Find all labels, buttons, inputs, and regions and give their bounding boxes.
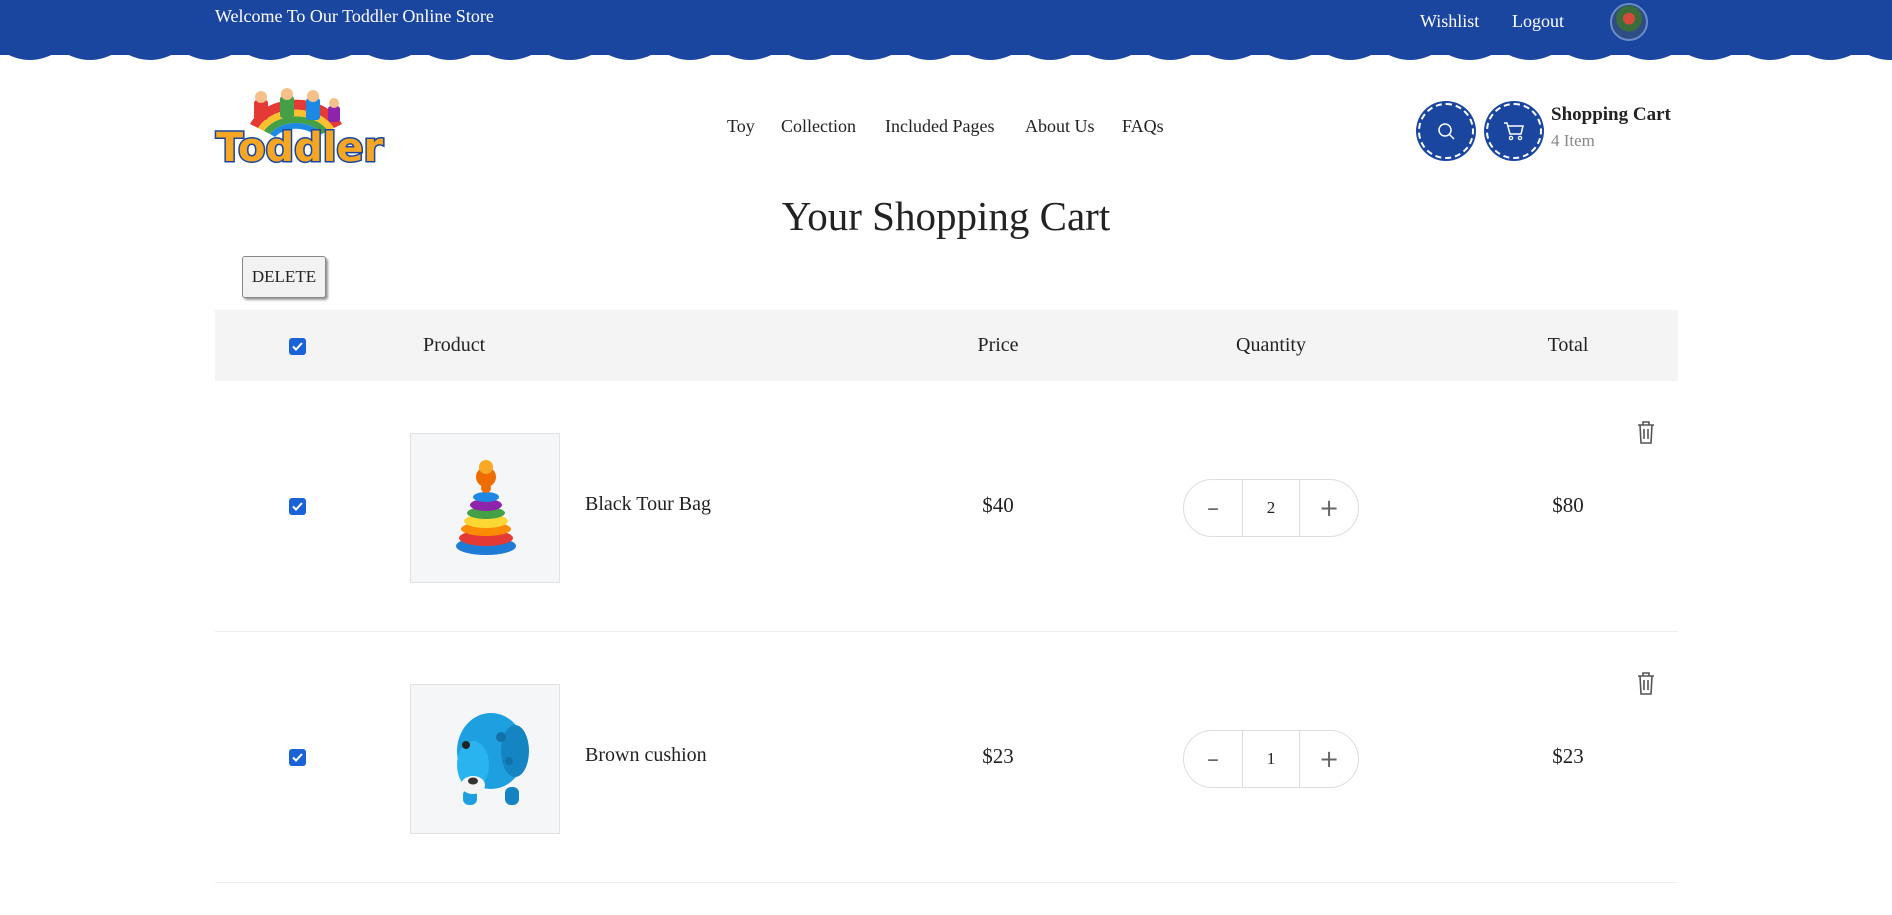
nav-toy[interactable]: Toy — [727, 116, 755, 137]
trash-icon[interactable] — [1635, 419, 1657, 445]
cart-button[interactable] — [1486, 103, 1542, 159]
header-product: Product — [423, 334, 486, 356]
nav-faqs[interactable]: FAQs — [1122, 116, 1164, 137]
row-total: $23 — [1552, 744, 1584, 768]
select-all-checkbox[interactable] — [289, 338, 306, 355]
cart-title[interactable]: Shopping Cart — [1551, 104, 1671, 126]
quantity-stepper: – 1 + — [1183, 730, 1359, 788]
search-button[interactable] — [1418, 103, 1474, 159]
header-price: Price — [977, 334, 1019, 356]
stacking-rings-toy-icon — [456, 460, 516, 555]
quantity-stepper: – 2 + — [1183, 479, 1359, 537]
nav-collection[interactable]: Collection — [781, 116, 856, 137]
row-checkbox[interactable] — [289, 498, 306, 515]
product-name[interactable]: Black Tour Bag — [585, 493, 711, 516]
check-icon — [292, 502, 303, 511]
check-icon — [292, 342, 303, 351]
welcome-text: Welcome To Our Toddler Online Store — [215, 6, 494, 26]
search-icon — [1438, 123, 1455, 140]
qty-input[interactable]: 1 — [1242, 731, 1300, 787]
wave-border — [0, 50, 1892, 60]
wishlist-link[interactable]: Wishlist — [1420, 11, 1479, 32]
qty-increase-button[interactable]: + — [1300, 480, 1358, 536]
table-row: Black Tour Bag $40 – 2 + $80 — [215, 381, 1678, 632]
blue-elephant-toy-icon — [457, 713, 529, 805]
check-icon — [292, 753, 303, 762]
qty-decrease-button[interactable]: – — [1184, 731, 1242, 787]
cart-count: 4 Item — [1551, 131, 1595, 150]
header-quantity: Quantity — [1236, 334, 1306, 356]
product-price: $40 — [982, 493, 1014, 517]
cart-table-header: Product Price Quantity Total — [215, 310, 1678, 381]
product-price: $23 — [982, 744, 1014, 768]
product-image[interactable] — [410, 684, 560, 834]
delete-button[interactable]: DELETE — [242, 256, 326, 298]
nav-included-pages[interactable]: Included Pages — [885, 116, 994, 137]
qty-decrease-button[interactable]: – — [1184, 480, 1242, 536]
trash-icon[interactable] — [1635, 670, 1657, 696]
row-checkbox[interactable] — [289, 749, 306, 766]
top-bar: Welcome To Our Toddler Online Store Wish… — [0, 0, 1892, 70]
logo-icon: Toddler — [215, 88, 385, 173]
avatar[interactable] — [1610, 3, 1648, 41]
nav-about-us[interactable]: About Us — [1025, 116, 1095, 137]
logout-link[interactable]: Logout — [1512, 11, 1564, 32]
svg-text:Toddler: Toddler — [216, 125, 384, 168]
table-row: Brown cushion $23 – 1 + $23 — [215, 632, 1678, 883]
product-name[interactable]: Brown cushion — [585, 744, 707, 767]
row-total: $80 — [1552, 493, 1584, 517]
product-image[interactable] — [410, 433, 560, 583]
qty-increase-button[interactable]: + — [1300, 731, 1358, 787]
qty-input[interactable]: 2 — [1242, 480, 1300, 536]
header-total: Total — [1547, 334, 1589, 356]
toddler-logo[interactable]: Toddler — [214, 88, 390, 173]
page-title: Your Shopping Cart — [781, 193, 1111, 239]
cart-icon — [1504, 122, 1524, 141]
